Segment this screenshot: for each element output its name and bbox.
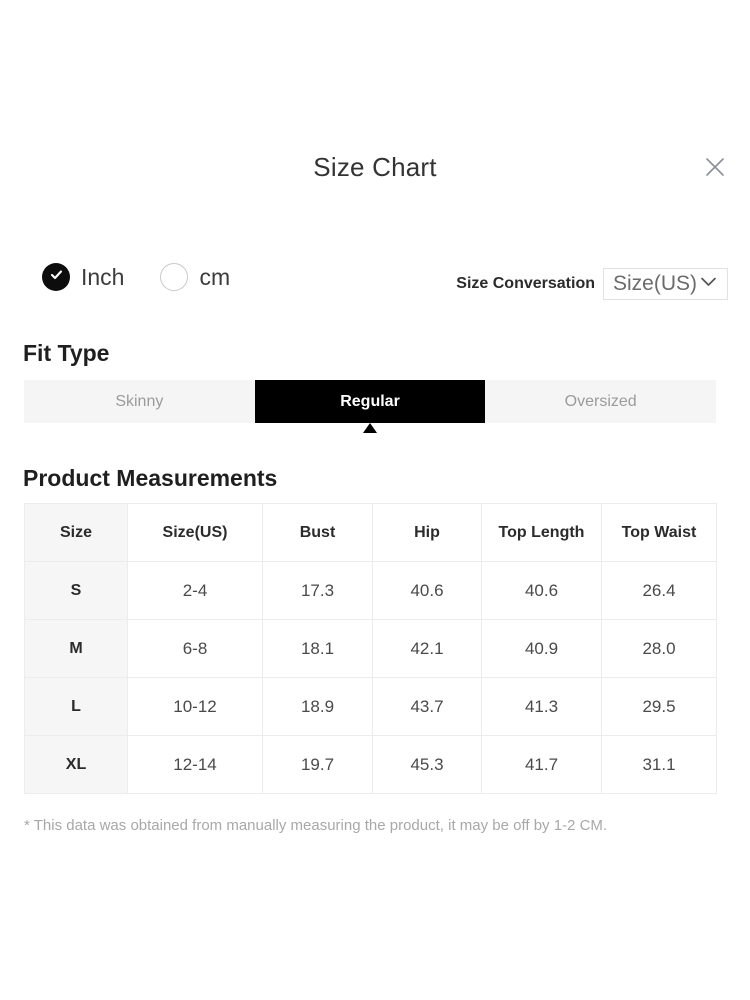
cell-size: M <box>24 619 128 678</box>
measurements-table-wrap: Size Size(US) Bust Hip Top Length Top Wa… <box>24 503 717 794</box>
unit-option-cm[interactable]: cm <box>160 263 230 291</box>
fit-type-tabs-wrap: Skinny Regular Oversized <box>24 380 716 433</box>
fit-type-tabs: Skinny Regular Oversized <box>24 380 716 423</box>
column-header-size-us: Size(US) <box>127 503 263 562</box>
size-chart-modal: Size Chart Inch cm Size Conversation Siz… <box>0 0 750 1000</box>
radio-checked-icon <box>42 263 70 291</box>
tab-oversized[interactable]: Oversized <box>485 380 716 423</box>
table-row: M 6-8 18.1 42.1 40.9 28.0 <box>24 619 717 678</box>
close-button[interactable] <box>698 150 732 184</box>
modal-header: Size Chart <box>0 150 750 210</box>
cell-bust: 18.1 <box>262 619 373 678</box>
table-row: S 2-4 17.3 40.6 40.6 26.4 <box>24 561 717 620</box>
cell-hip: 40.6 <box>372 561 482 620</box>
cell-bust: 19.7 <box>262 735 373 794</box>
column-header-hip: Hip <box>372 503 482 562</box>
cell-size-us: 2-4 <box>127 561 263 620</box>
cell-top-length: 41.3 <box>481 677 602 736</box>
cell-top-waist: 28.0 <box>601 619 717 678</box>
cell-top-length: 41.7 <box>481 735 602 794</box>
size-conversation-value: Size(US) <box>612 272 697 295</box>
active-tab-pointer <box>24 423 716 435</box>
product-measurements-heading: Product Measurements <box>23 465 278 491</box>
cell-top-length: 40.6 <box>481 561 602 620</box>
size-conversation-label: Size Conversation <box>456 275 595 292</box>
size-conversation-select[interactable]: Size(US) <box>602 268 728 300</box>
cell-size-us: 12-14 <box>127 735 263 794</box>
tab-regular[interactable]: Regular <box>254 380 486 423</box>
chevron-down-icon <box>698 271 719 297</box>
cell-size-us: 6-8 <box>127 619 263 678</box>
column-header-size: Size <box>24 503 128 562</box>
triangle-up-icon <box>363 423 377 433</box>
cell-top-waist: 31.1 <box>601 735 717 794</box>
cell-hip: 45.3 <box>372 735 482 794</box>
unit-radio-group: Inch cm <box>42 263 230 291</box>
unit-label-inch: Inch <box>81 264 125 290</box>
cell-bust: 17.3 <box>262 561 373 620</box>
column-header-bust: Bust <box>262 503 373 562</box>
cell-bust: 18.9 <box>262 677 373 736</box>
column-header-top-waist: Top Waist <box>601 503 717 562</box>
cell-top-waist: 26.4 <box>601 561 717 620</box>
cell-size-us: 10-12 <box>127 677 263 736</box>
radio-unchecked-icon <box>160 263 189 291</box>
table-row: L 10-12 18.9 43.7 41.3 29.5 <box>24 677 717 736</box>
cell-hip: 43.7 <box>372 677 482 736</box>
cell-size: XL <box>24 735 128 794</box>
table-row: XL 12-14 19.7 45.3 41.7 31.1 <box>24 735 717 794</box>
fit-type-heading: Fit Type <box>23 340 110 366</box>
column-header-top-length: Top Length <box>481 503 602 562</box>
measurement-disclaimer: * This data was obtained from manually m… <box>24 817 608 834</box>
cell-top-waist: 29.5 <box>601 677 717 736</box>
cell-size: S <box>24 561 128 620</box>
unit-and-conversion-row: Inch cm Size Conversation Size(US) <box>0 263 750 309</box>
size-conversation: Size Conversation Size(US) <box>456 268 728 300</box>
close-icon <box>704 156 726 178</box>
table-header-row: Size Size(US) Bust Hip Top Length Top Wa… <box>24 503 717 562</box>
unit-label-cm: cm <box>199 264 231 290</box>
cell-hip: 42.1 <box>372 619 482 678</box>
tab-skinny[interactable]: Skinny <box>24 380 255 423</box>
page-title: Size Chart <box>313 152 437 182</box>
cell-top-length: 40.9 <box>481 619 602 678</box>
measurements-table: Size Size(US) Bust Hip Top Length Top Wa… <box>24 503 717 794</box>
cell-size: L <box>24 677 128 736</box>
unit-option-inch[interactable]: Inch <box>42 263 124 291</box>
